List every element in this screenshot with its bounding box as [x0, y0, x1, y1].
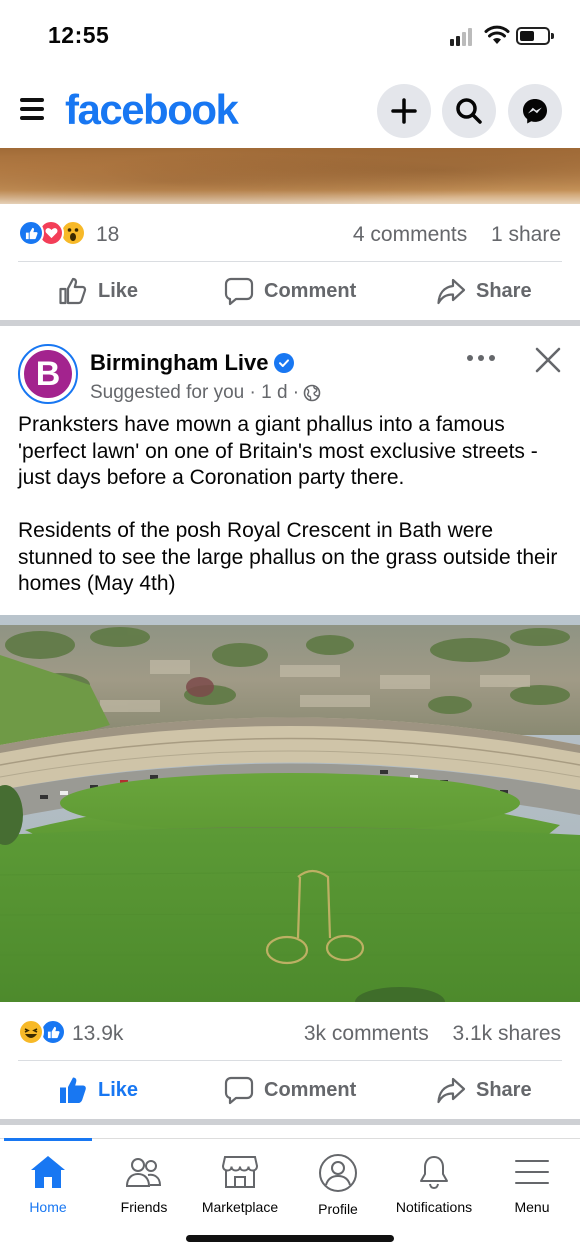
- search-icon: [456, 98, 482, 124]
- like-reaction-icon: [18, 220, 44, 246]
- post-reactions[interactable]: 13.9k 3k comments 3.1k shares: [0, 1003, 580, 1059]
- like-icon-filled: [60, 1077, 86, 1103]
- post-separator: [0, 1119, 580, 1125]
- haha-reaction-icon: [18, 1019, 44, 1045]
- post-photo[interactable]: [0, 615, 580, 1002]
- tab-label: Marketplace: [201, 1199, 279, 1215]
- plus-icon: [391, 98, 417, 124]
- messenger-button[interactable]: [508, 84, 562, 138]
- prev-post-reactions[interactable]: 18 4 comments 1 share: [0, 204, 580, 260]
- status-time: 12:55: [48, 22, 110, 48]
- share-count[interactable]: 1 share: [491, 223, 561, 246]
- comment-share-counts[interactable]: 3k comments 3.1k shares: [304, 1022, 561, 1046]
- post-text[interactable]: Pranksters have mown a giant phallus int…: [18, 412, 566, 598]
- comment-share-counts[interactable]: 4 comments 1 share: [353, 223, 561, 247]
- avatar-letter: B: [22, 348, 74, 400]
- home-icon: [31, 1156, 65, 1188]
- tab-profile[interactable]: Profile: [290, 1153, 386, 1233]
- comment-icon: [224, 277, 254, 306]
- aerial-photo: [0, 615, 580, 1002]
- comment-count[interactable]: 3k comments: [304, 1022, 429, 1045]
- comment-count[interactable]: 4 comments: [353, 223, 467, 246]
- like-label: Like: [98, 279, 139, 302]
- globe-icon: [303, 384, 321, 402]
- page-name[interactable]: Birmingham Live: [90, 350, 268, 376]
- create-button[interactable]: [377, 84, 431, 138]
- more-options-icon[interactable]: [466, 350, 498, 366]
- like-button[interactable]: Like: [58, 1061, 138, 1119]
- friends-icon: [125, 1158, 162, 1187]
- verified-badge-icon: [274, 353, 295, 373]
- tab-label: Notifications: [395, 1199, 473, 1215]
- share-label: Share: [476, 279, 532, 302]
- post-separator: [0, 320, 580, 326]
- comment-button[interactable]: Comment: [224, 1061, 356, 1119]
- wifi-icon: [484, 25, 510, 44]
- share-count[interactable]: 3.1k shares: [452, 1022, 561, 1045]
- search-button[interactable]: [442, 84, 496, 138]
- post-actions: Like Comment Share: [0, 1061, 580, 1119]
- like-icon: [59, 277, 87, 305]
- home-indicator: [186, 1235, 394, 1242]
- share-button[interactable]: Share: [436, 1061, 532, 1119]
- post-meta: Suggested for you · 1 d ·: [90, 382, 321, 404]
- post-text-paragraph: Residents of the posh Royal Crescent in …: [18, 519, 558, 595]
- comment-icon: [224, 1076, 254, 1105]
- previous-post-image[interactable]: [0, 148, 580, 204]
- marketplace-icon: [221, 1156, 259, 1188]
- share-label: Share: [476, 1078, 532, 1101]
- cellular-signal-icon: [450, 28, 476, 46]
- tab-label: Home: [29, 1199, 67, 1215]
- messenger-icon: [523, 99, 547, 124]
- bell-icon: [420, 1156, 448, 1190]
- tab-label: Friends: [120, 1199, 168, 1215]
- prev-post-actions: Like Comment Share: [0, 262, 580, 320]
- share-icon: [437, 278, 466, 305]
- menu-icon: [515, 1160, 549, 1184]
- active-tab-indicator: [4, 1138, 92, 1141]
- share-icon: [437, 1077, 466, 1104]
- avatar[interactable]: B: [18, 344, 78, 404]
- post-meta-text: Suggested for you · 1 d ·: [90, 382, 300, 403]
- tab-notifications[interactable]: Notifications: [386, 1153, 482, 1233]
- tab-home[interactable]: Home: [0, 1153, 96, 1233]
- post-text-paragraph: Pranksters have mown a giant phallus int…: [18, 413, 538, 489]
- app-header: facebook: [0, 70, 580, 148]
- like-button[interactable]: Like: [58, 262, 138, 320]
- status-bar: 12:55: [0, 0, 580, 70]
- tab-marketplace[interactable]: Marketplace: [192, 1153, 288, 1233]
- tab-menu[interactable]: Menu: [484, 1153, 580, 1233]
- facebook-logo[interactable]: facebook: [65, 86, 239, 134]
- comment-button[interactable]: Comment: [224, 262, 356, 320]
- menu-icon[interactable]: [20, 98, 44, 120]
- battery-icon: [516, 27, 554, 45]
- tab-label: Menu: [514, 1199, 550, 1215]
- tab-label: Profile: [318, 1201, 358, 1217]
- reaction-count: 18: [96, 223, 120, 246]
- share-button[interactable]: Share: [436, 262, 532, 320]
- page-name-row[interactable]: Birmingham Live: [90, 350, 295, 376]
- close-icon[interactable]: [534, 346, 562, 374]
- profile-icon: [319, 1154, 357, 1192]
- tab-friends[interactable]: Friends: [96, 1153, 192, 1233]
- like-label: Like: [98, 1078, 139, 1101]
- reaction-count: 13.9k: [72, 1022, 124, 1045]
- comment-label: Comment: [264, 279, 357, 302]
- comment-label: Comment: [264, 1078, 357, 1101]
